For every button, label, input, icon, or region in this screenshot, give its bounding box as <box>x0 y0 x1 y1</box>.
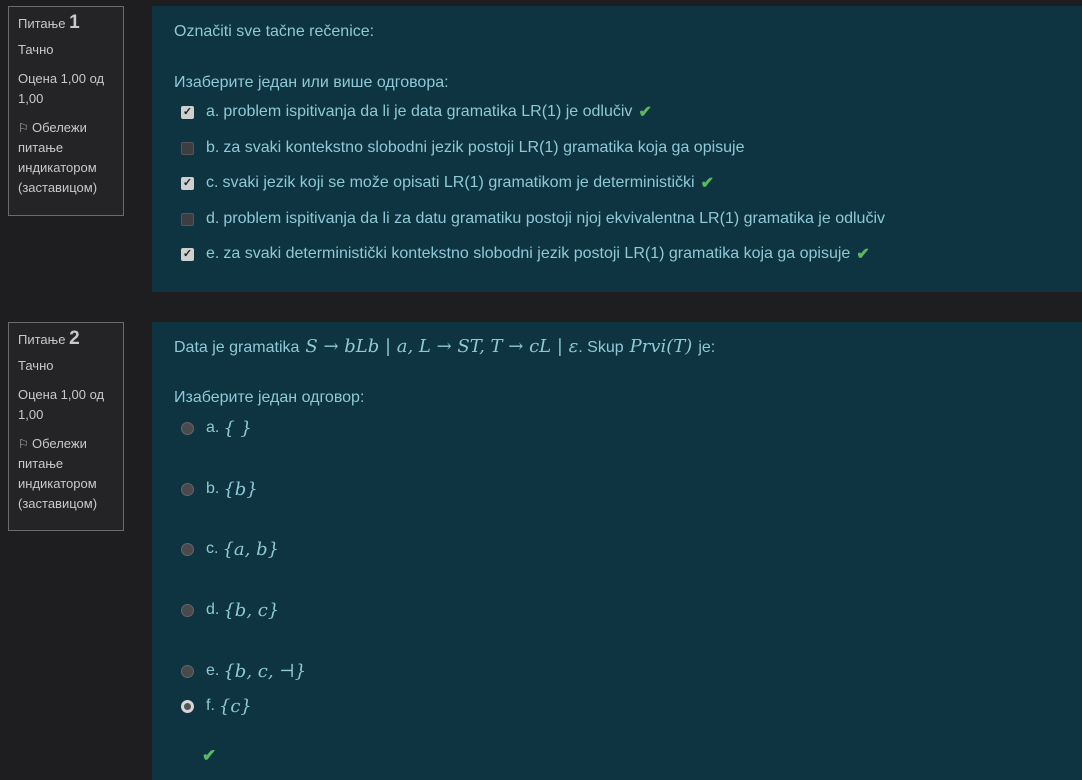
question-text: Označiti sve tačne rečenice: <box>174 23 375 40</box>
radio-button[interactable] <box>181 664 194 678</box>
option-text: za svaki deterministički kontekstno slob… <box>223 245 851 262</box>
answer-option[interactable]: d. {b, c} <box>181 599 279 621</box>
option-text: svaki jezik koji se može opisati LR(1) g… <box>222 174 695 191</box>
correct-check-icon: ✔ <box>202 746 217 765</box>
answer-option[interactable]: f. {c} <box>181 695 252 717</box>
question-label: Питање <box>18 332 66 347</box>
option-letter: d. <box>206 601 220 618</box>
correct-check-icon: ✔ <box>638 104 652 121</box>
question-info: Питање 1 Тачно Оцена 1,00 од 1,00 ⚐ Обеле… <box>8 6 124 216</box>
checkbox[interactable] <box>181 141 194 155</box>
question-text: Data je gramatika S → bLb | a, L → ST, T… <box>174 336 715 357</box>
checkbox[interactable]: ✓ <box>181 176 194 190</box>
option-letter: b. <box>206 480 220 497</box>
flag-icon: ⚐ <box>18 437 29 451</box>
option-letter: d. <box>206 210 220 227</box>
question-text-middle: . Skup <box>578 339 624 356</box>
question-content: Data je gramatika S → bLb | a, L → ST, T… <box>152 322 1082 780</box>
question-info: Питање 2 Тачно Оцена 1,00 од 1,00 ⚐ Обеле… <box>8 322 124 531</box>
question-text-prefix: Data je gramatika <box>174 339 300 356</box>
question-content: Označiti sve tačne rečenice: Изаберите ј… <box>152 6 1082 292</box>
radio-button[interactable] <box>181 421 194 435</box>
question-label: Питање <box>18 16 66 31</box>
radio-button[interactable] <box>181 482 194 496</box>
flag-question-link[interactable]: ⚐ Обележи питање индикатором (заставицом) <box>18 434 114 514</box>
option-text: za svaki kontekstno slobodni jezik posto… <box>223 139 745 156</box>
option-letter: f. <box>206 697 215 714</box>
option-math: {b} <box>223 478 258 500</box>
option-letter: c. <box>206 174 219 191</box>
question-state: Тачно <box>18 42 54 57</box>
radio-button[interactable] <box>181 603 194 617</box>
answer-option[interactable]: ✓ e. za svaki deterministički kontekstno… <box>181 243 870 265</box>
question-grade: Оцена 1,00 од 1,00 <box>18 71 105 106</box>
answer-prompt: Изаберите један одговор: <box>174 389 365 406</box>
option-math: {b, c} <box>223 599 280 621</box>
question-grade: Оцена 1,00 од 1,00 <box>18 387 105 422</box>
answer-prompt: Изаберите један или више одговора: <box>174 74 449 91</box>
option-math: { } <box>223 417 252 439</box>
option-letter: b. <box>206 139 220 156</box>
flag-icon: ⚐ <box>18 121 29 135</box>
question-state: Тачно <box>18 358 54 373</box>
option-text: problem ispitivanja da li je data gramat… <box>223 103 633 120</box>
first-set-formula: Prvi(T) <box>629 336 693 357</box>
answer-option[interactable]: e. {b, c, ⊣} <box>181 660 306 682</box>
checkbox[interactable]: ✓ <box>181 247 194 261</box>
answer-option[interactable]: d. problem ispitivanja da li za datu gra… <box>181 208 885 230</box>
radio-button[interactable] <box>181 699 194 713</box>
radio-button[interactable] <box>181 542 194 556</box>
option-math: {a, b} <box>222 538 280 560</box>
option-math: {c} <box>218 695 252 717</box>
answer-option[interactable]: b. za svaki kontekstno slobodni jezik po… <box>181 137 745 159</box>
option-letter: e. <box>206 245 220 262</box>
answer-option[interactable]: ✓ a. problem ispitivanja da li je data g… <box>181 101 652 123</box>
flag-question-link[interactable]: ⚐ Обележи питање индикатором (заставицом) <box>18 118 114 198</box>
option-letter: a. <box>206 419 220 436</box>
option-letter: e. <box>206 662 220 679</box>
correct-check-icon: ✔ <box>700 175 715 192</box>
answer-option[interactable]: ✓ c. svaki jezik koji se može opisati LR… <box>181 172 714 194</box>
option-math: {b, c, ⊣} <box>223 660 307 682</box>
question-number: 2 <box>69 328 80 349</box>
option-letter: c. <box>206 540 219 557</box>
checkbox[interactable]: ✓ <box>181 105 194 119</box>
option-text: problem ispitivanja da li za datu gramat… <box>223 210 886 227</box>
question-text-suffix: je: <box>698 339 716 356</box>
correct-check-icon: ✔ <box>856 246 870 263</box>
grammar-formula: S → bLb | a, L → ST, T → cL | ε <box>305 336 579 357</box>
answer-option[interactable]: c. {a, b} <box>181 538 279 560</box>
answer-option[interactable]: a. { } <box>181 417 252 439</box>
answer-option[interactable]: b. {b} <box>181 478 258 500</box>
question-number: 1 <box>69 12 80 33</box>
option-letter: a. <box>206 103 220 120</box>
checkbox[interactable] <box>181 212 194 226</box>
